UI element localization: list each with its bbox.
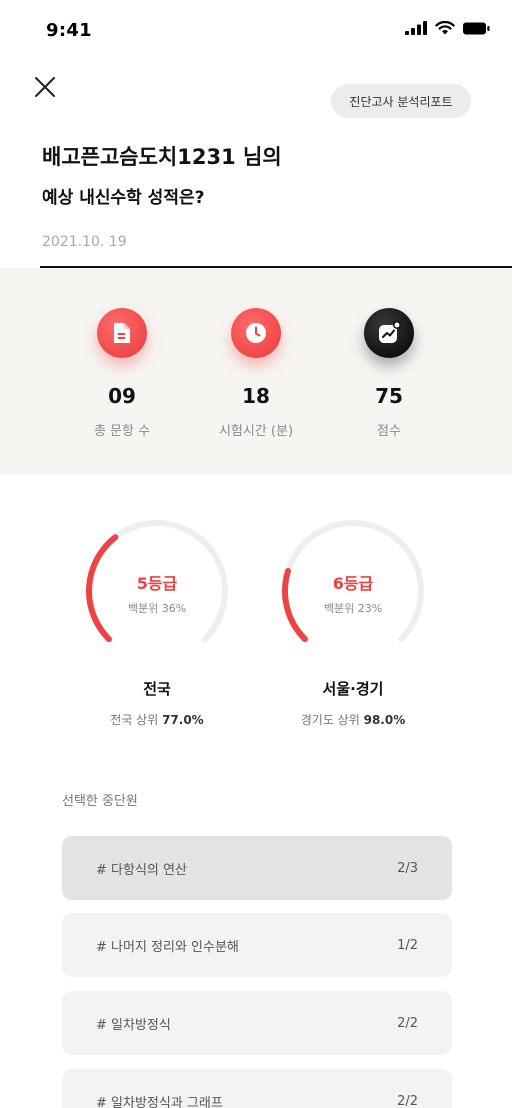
rank-prefix: 전국 상위 xyxy=(110,713,163,727)
unit-name: # 일차방정식과 그래프 xyxy=(96,1095,223,1108)
stat-exam-time: 18 시험시간 (분) xyxy=(196,308,316,439)
unit-name: # 일차방정식 xyxy=(96,1017,171,1033)
region-name-national: 전국 xyxy=(143,680,171,698)
stat-value: 18 xyxy=(242,384,270,408)
stat-score: 75 점수 xyxy=(329,308,449,439)
unit-item[interactable]: # 일차방정식과 그래프 2/2 xyxy=(62,1069,452,1108)
unit-name: # 다항식의 연산 xyxy=(96,862,187,878)
region-rank-national: 전국 상위 77.0% xyxy=(57,711,257,728)
status-icons xyxy=(405,21,490,35)
region-name-seoul: 서울·경기 xyxy=(322,680,384,698)
stat-label: 총 문항 수 xyxy=(93,424,151,439)
unit-item[interactable]: # 일차방정식 2/2 xyxy=(62,991,452,1055)
unit-score: 2/2 xyxy=(397,1015,418,1031)
grade-label: 5등급 xyxy=(136,574,178,593)
unit-name: # 나머지 정리와 인수분해 xyxy=(96,939,239,955)
page-subtitle: 예상 내신수학 성적은? xyxy=(42,188,205,208)
rank-value: 98.0% xyxy=(363,713,406,727)
gauge-seoul: 6등급 백분위 23% xyxy=(278,516,428,666)
exam-date: 2021.10. 19 xyxy=(42,234,127,250)
close-icon xyxy=(35,77,55,97)
gauge-national: 5등급 백분위 36% xyxy=(82,516,232,666)
document-icon xyxy=(97,308,147,358)
percentile-label: 백분위 36% xyxy=(127,602,187,615)
unit-item[interactable]: # 나머지 정리와 인수분해 1/2 xyxy=(62,913,452,977)
stat-question-count: 09 총 문항 수 xyxy=(62,308,182,439)
unit-score: 2/3 xyxy=(397,860,418,876)
unit-item[interactable]: # 다항식의 연산 2/3 xyxy=(62,836,452,900)
clock-icon xyxy=(231,308,281,358)
close-button[interactable] xyxy=(32,74,58,100)
stat-label: 점수 xyxy=(377,424,401,439)
signal-icon xyxy=(405,21,427,35)
rank-prefix: 경기도 상위 xyxy=(300,713,364,727)
section-title-units: 선택한 중단원 xyxy=(62,794,138,809)
wifi-icon xyxy=(435,21,455,35)
status-time: 9:41 xyxy=(46,20,92,41)
grade-label: 6등급 xyxy=(332,574,374,593)
battery-icon xyxy=(463,22,490,34)
unit-score: 1/2 xyxy=(397,937,418,953)
stats-panel: 09 총 문항 수 18 시험시간 (분) 75 점수 xyxy=(0,268,512,474)
region-rank-seoul: 경기도 상위 98.0% xyxy=(253,711,453,728)
rank-value: 77.0% xyxy=(162,713,204,727)
status-bar: 9:41 xyxy=(0,0,512,60)
analysis-report-button[interactable]: 진단고사 분석리포트 xyxy=(331,84,471,118)
page-title: 배고픈고슴도치1231 님의 xyxy=(42,145,282,169)
stat-value: 09 xyxy=(108,384,136,408)
stat-label: 시험시간 (분) xyxy=(218,424,294,439)
chart-trend-icon xyxy=(364,308,414,358)
stat-value: 75 xyxy=(375,384,403,408)
percentile-label: 백분위 23% xyxy=(323,602,383,615)
unit-score: 2/2 xyxy=(397,1093,418,1108)
